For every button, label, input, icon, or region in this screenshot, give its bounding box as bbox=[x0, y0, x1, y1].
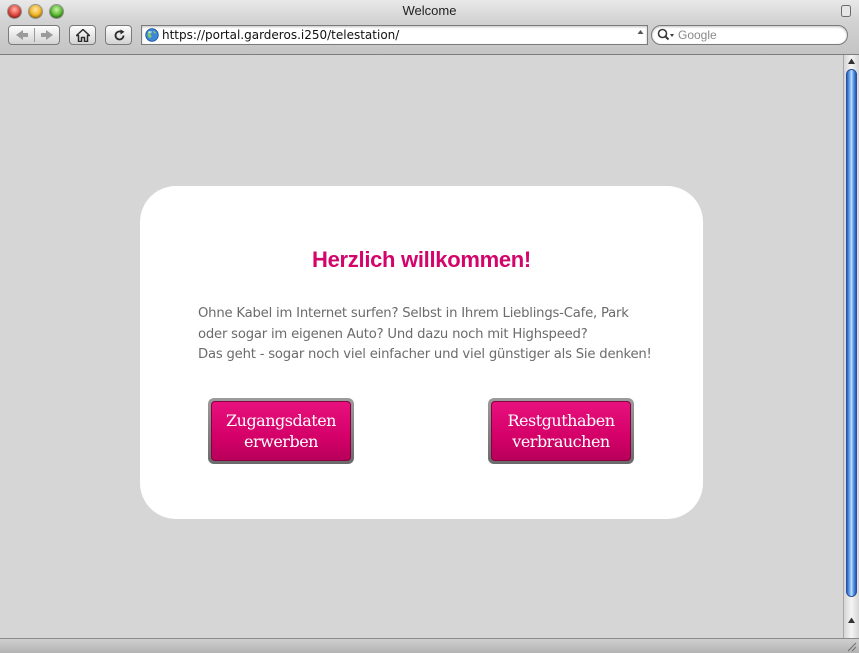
intro-line: oder sogar im eigenen Auto? Und dazu noc… bbox=[198, 326, 588, 342]
scroll-up-arrow-icon[interactable] bbox=[847, 616, 856, 625]
button-label-line: erwerben bbox=[244, 432, 318, 451]
reload-button[interactable] bbox=[105, 25, 132, 45]
home-button[interactable] bbox=[69, 25, 96, 45]
search-placeholder: Google bbox=[678, 28, 717, 42]
page-title: Herzlich willkommen! bbox=[312, 247, 531, 272]
back-forward-buttons bbox=[8, 25, 60, 45]
status-bar bbox=[0, 638, 859, 653]
search-icon[interactable] bbox=[657, 28, 675, 42]
use-credit-button[interactable]: Restguthaben verbrauchen bbox=[488, 398, 634, 464]
buy-access-button[interactable]: Zugangsdaten erwerben bbox=[208, 398, 354, 464]
use-credit-button-label: Restguthaben verbrauchen bbox=[491, 401, 631, 461]
page-viewport: Herzlich willkommen! Ohne Kabel im Inter… bbox=[1, 55, 842, 638]
url-dropdown-icon[interactable] bbox=[637, 29, 644, 41]
scroll-up-arrow-icon[interactable] bbox=[847, 57, 856, 66]
globe-icon bbox=[145, 28, 159, 42]
reload-icon bbox=[114, 29, 125, 41]
buy-access-button-label: Zugangsdaten erwerben bbox=[211, 401, 351, 461]
intro-line: Das geht - sogar noch viel einfacher und… bbox=[198, 347, 652, 362]
search-field[interactable]: Google bbox=[651, 25, 848, 45]
browser-toolbar: Welcome https://portal.garderos.i250/tel… bbox=[0, 0, 859, 55]
back-arrow-icon[interactable] bbox=[16, 30, 28, 40]
scroll-thumb[interactable] bbox=[846, 69, 857, 597]
toolbar-toggle-icon[interactable] bbox=[841, 5, 851, 17]
browser-window: Welcome https://portal.garderos.i250/tel… bbox=[0, 0, 859, 653]
intro-text: Ohne Kabel im Internet surfen? Selbst in… bbox=[198, 304, 668, 366]
button-label-line: verbrauchen bbox=[512, 432, 610, 451]
forward-arrow-icon[interactable] bbox=[41, 30, 53, 40]
address-bar[interactable]: https://portal.garderos.i250/telestation… bbox=[141, 25, 648, 45]
button-label-line: Zugangsdaten bbox=[226, 411, 336, 430]
window-title: Welcome bbox=[402, 3, 457, 18]
button-label-line: Restguthaben bbox=[507, 411, 616, 430]
url-text: https://portal.garderos.i250/telestation… bbox=[162, 28, 400, 42]
intro-line: Ohne Kabel im Internet surfen? Selbst in… bbox=[198, 306, 629, 321]
home-icon bbox=[76, 29, 90, 42]
welcome-card: Herzlich willkommen! Ohne Kabel im Inter… bbox=[140, 186, 703, 519]
vertical-scrollbar[interactable] bbox=[843, 55, 859, 638]
resize-grip-icon[interactable] bbox=[845, 640, 857, 652]
